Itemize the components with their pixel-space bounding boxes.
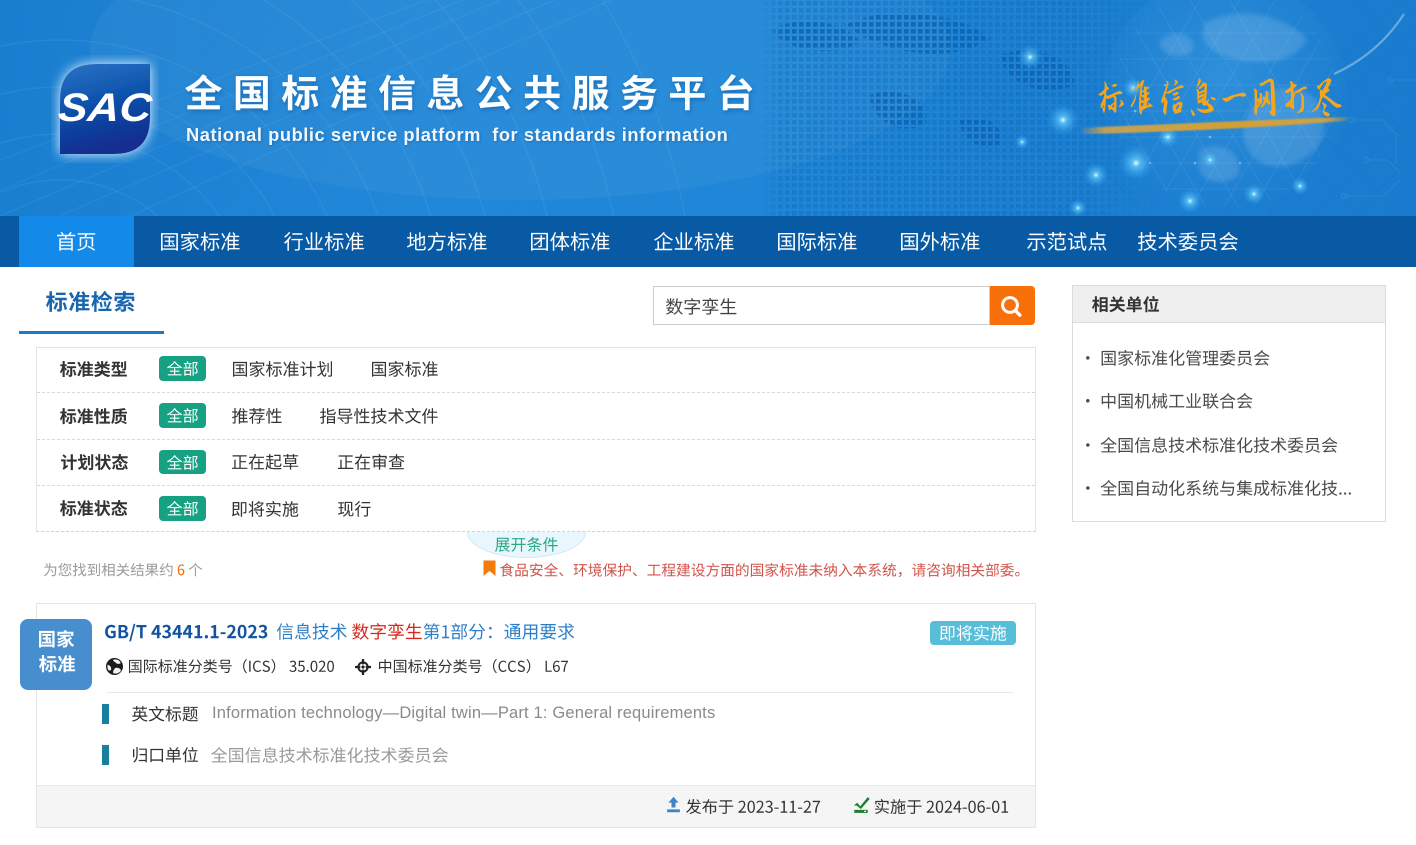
svg-text:SAC: SAC (56, 86, 155, 130)
